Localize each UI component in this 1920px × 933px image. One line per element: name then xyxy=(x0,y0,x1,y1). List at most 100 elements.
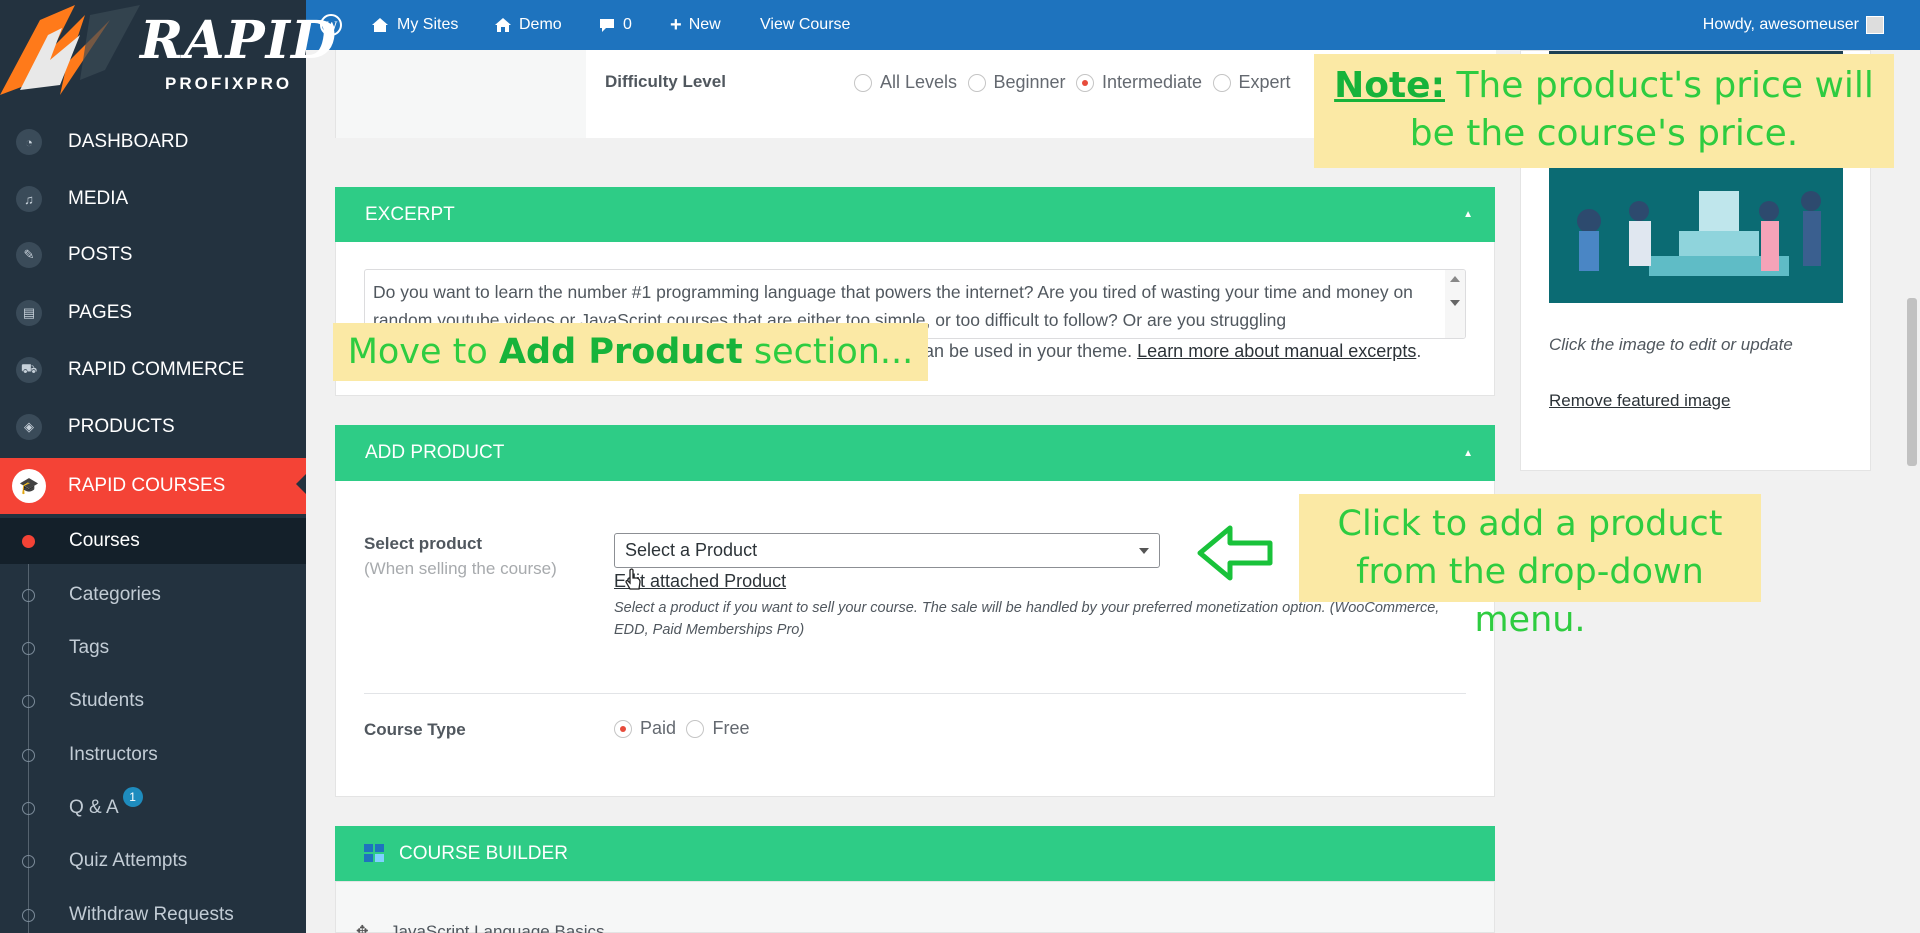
radio-free[interactable] xyxy=(686,719,705,738)
chevron-down-icon xyxy=(1139,548,1149,554)
comments-menu[interactable]: 0 xyxy=(598,0,632,50)
sidebar-item-label: RAPID COMMERCE xyxy=(68,359,245,380)
divider xyxy=(364,693,1466,694)
logo-mark-icon xyxy=(0,5,140,95)
page-scrollbar[interactable] xyxy=(1904,50,1920,933)
sidebar-item-products[interactable]: ◈ PRODUCTS xyxy=(0,401,306,453)
add-product-title: ADD PRODUCT xyxy=(365,442,505,463)
radio-all-levels[interactable] xyxy=(854,73,872,92)
sidebar-item-label: PAGES xyxy=(68,302,133,323)
topic-title[interactable]: JavaScript Language Basics xyxy=(390,922,605,933)
excerpt-help-text: an be used in your theme. xyxy=(924,341,1133,361)
new-content-menu[interactable]: + New xyxy=(670,0,721,50)
submenu-tags[interactable]: Tags xyxy=(0,625,306,671)
submenu-withdraw-requests[interactable]: Withdraw Requests xyxy=(0,892,306,933)
sidebar-item-label: POSTS xyxy=(68,244,133,265)
note-bold: Add Product xyxy=(498,332,743,372)
bullet-icon xyxy=(22,641,35,655)
manual-excerpts-link[interactable]: Learn more about manual excerpts xyxy=(1137,341,1416,361)
select-product-label: Select product xyxy=(364,534,483,553)
collapse-caret-icon[interactable]: ▲ xyxy=(1463,209,1473,220)
click-note: Click to add a product from the drop-dow… xyxy=(1299,494,1761,640)
dashboard-icon: ◔ xyxy=(16,129,42,155)
view-course-link[interactable]: View Course xyxy=(760,0,850,50)
submenu-label: Quiz Attempts xyxy=(69,850,188,871)
arrow-left-icon xyxy=(1197,525,1273,581)
scroll-down-icon[interactable] xyxy=(1450,300,1460,306)
textarea-scrollbar[interactable] xyxy=(1445,270,1465,338)
submenu-label: Instructors xyxy=(69,744,158,765)
radio-beginner[interactable] xyxy=(967,73,986,92)
difficulty-options: All Levels Beginner Intermediate Expert xyxy=(854,72,1297,93)
submenu-categories[interactable]: Categories xyxy=(0,572,306,618)
bullet-icon xyxy=(22,748,35,762)
admin-toolbar: W My Sites Demo 0 + New View Course Howd… xyxy=(306,0,1920,50)
home-group-icon xyxy=(372,18,388,32)
product-help-line: EDD, Paid Memberships Pro) xyxy=(614,622,805,638)
pin-icon: ✎ xyxy=(16,242,42,268)
course-builder-body: ✥ JavaScript Language Basics xyxy=(335,881,1495,933)
radio-expert[interactable] xyxy=(1212,73,1231,92)
note-label: Note: xyxy=(1334,65,1445,106)
note-text: section... xyxy=(742,332,914,372)
view-course-label: View Course xyxy=(760,16,851,33)
sidebar-item-label: MEDIA xyxy=(68,188,129,209)
submenu-label: Categories xyxy=(69,584,161,605)
remove-featured-image-link[interactable]: Remove featured image xyxy=(1549,391,1730,411)
my-sites-label: My Sites xyxy=(397,16,459,33)
excerpt-help: an be used in your theme. Learn more abo… xyxy=(924,341,1422,361)
sidebar-item-label: RAPID COURSES xyxy=(68,475,226,496)
submenu-instructors[interactable]: Instructors xyxy=(0,732,306,778)
new-label: New xyxy=(688,16,721,33)
sidebar-item-posts[interactable]: ✎ POSTS xyxy=(0,229,306,281)
submenu-students[interactable]: Students xyxy=(0,678,306,724)
admin-sidebar: RAPID PROFIXPRO ◔ DASHBOARD ♫ MEDIA ✎ PO… xyxy=(0,0,336,933)
excerpt-header[interactable]: EXCERPT ▲ xyxy=(335,187,1495,242)
scroll-up-icon[interactable] xyxy=(1450,276,1460,282)
scrollbar-thumb[interactable] xyxy=(1907,298,1917,466)
featured-image-caption: Click the image to edit or update xyxy=(1549,335,1793,354)
sidebar-item-label: PRODUCTS xyxy=(68,416,175,437)
price-note: Note: The product's price will be the co… xyxy=(1314,54,1894,168)
brand-logo[interactable]: RAPID PROFIXPRO xyxy=(0,0,336,108)
graduation-cap-icon: 🎓 xyxy=(12,469,46,503)
brand-name: RAPID xyxy=(140,10,338,71)
plus-icon: + xyxy=(670,13,682,36)
difficulty-label: Difficulty Level xyxy=(605,72,726,91)
excerpt-title: EXCERPT xyxy=(365,203,455,225)
site-menu[interactable]: Demo xyxy=(494,0,562,50)
product-select[interactable]: Select a Product xyxy=(614,533,1160,568)
notification-badge: 1 xyxy=(122,787,143,807)
radio-paid[interactable] xyxy=(614,719,632,738)
howdy-label: Howdy, awesomeuser xyxy=(1702,16,1859,33)
submenu-label: Withdraw Requests xyxy=(69,904,234,925)
course-builder-icon xyxy=(364,844,384,862)
drag-move-icon[interactable]: ✥ xyxy=(356,922,369,933)
course-type-label: Course Type xyxy=(364,720,466,739)
submenu-q-and-a[interactable]: Q & A1 xyxy=(0,785,306,831)
sidebar-item-rapid-courses[interactable]: 🎓 RAPID COURSES xyxy=(0,458,306,514)
radio-label: Beginner xyxy=(993,72,1066,92)
my-sites-menu[interactable]: My Sites xyxy=(370,0,458,50)
product-select-value: Select a Product xyxy=(625,540,758,560)
collapse-caret-icon[interactable]: ▲ xyxy=(1463,448,1473,459)
sidebar-item-pages[interactable]: ▤ PAGES xyxy=(0,287,306,339)
radio-intermediate[interactable] xyxy=(1076,73,1095,92)
sidebar-item-media[interactable]: ♫ MEDIA xyxy=(0,173,306,225)
add-product-header[interactable]: ADD PRODUCT ▲ xyxy=(335,425,1495,481)
submenu-label-text: Q & A xyxy=(69,797,119,818)
course-type-options: Paid Free xyxy=(614,718,756,739)
submenu-courses[interactable]: Courses xyxy=(0,518,306,564)
sidebar-item-dashboard[interactable]: ◔ DASHBOARD xyxy=(0,116,306,168)
account-menu[interactable]: Howdy, awesomeuser xyxy=(1703,0,1884,50)
brand-tagline: PROFIXPRO xyxy=(165,74,293,93)
radio-label: Free xyxy=(712,718,750,738)
bullet-icon xyxy=(22,694,35,708)
course-builder-header[interactable]: COURSE BUILDER xyxy=(335,826,1495,881)
submenu-label: Courses xyxy=(69,530,140,551)
radio-label: Expert xyxy=(1238,72,1291,92)
avatar xyxy=(1866,16,1884,34)
sidebar-item-rapid-commerce[interactable]: ⛟ RAPID COMMERCE xyxy=(0,344,306,396)
cart-icon: ⛟ xyxy=(16,357,42,383)
submenu-quiz-attempts[interactable]: Quiz Attempts xyxy=(0,838,306,884)
